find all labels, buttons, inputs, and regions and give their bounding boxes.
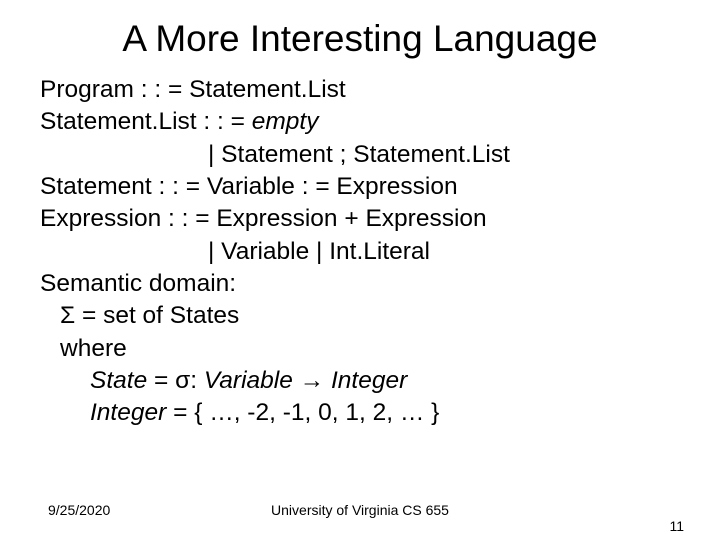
slide-title: A More Interesting Language — [40, 18, 680, 60]
text-italic: Variable — [204, 367, 293, 394]
text-italic: Integer — [90, 399, 166, 426]
semantic-line: Σ = set of States — [40, 300, 680, 332]
semantic-heading: Semantic domain: — [40, 268, 680, 300]
text: = { …, -2, -1, 0, 1, 2, … } — [166, 399, 439, 426]
grammar-line: Statement : : = Variable : = Expression — [40, 171, 680, 203]
text: → — [293, 367, 331, 394]
slide: A More Interesting Language Program : : … — [0, 0, 720, 540]
grammar-line: Expression : : = Expression + Expression — [40, 203, 680, 235]
semantic-where: where — [40, 333, 680, 365]
footer-page-number: 11 — [669, 518, 684, 534]
footer-date: 9/25/2020 — [48, 502, 110, 518]
grammar-line: Statement.List : : = empty — [40, 106, 680, 138]
grammar-line: Program : : = Statement.List — [40, 74, 680, 106]
grammar-line: | Statement ; Statement.List — [40, 139, 680, 171]
semantic-line: State = σ: Variable → Integer — [40, 365, 680, 397]
text-italic: Integer — [331, 367, 407, 394]
semantic-line: Integer = { …, -2, -1, 0, 1, 2, … } — [40, 397, 680, 429]
footer: 9/25/2020 University of Virginia CS 655 … — [0, 502, 720, 518]
text-italic: empty — [252, 108, 319, 135]
slide-body: Program : : = Statement.List Statement.L… — [40, 74, 680, 430]
text: = σ: — [147, 367, 204, 394]
text-italic: State — [90, 367, 147, 394]
grammar-line: | Variable | Int.Literal — [40, 236, 680, 268]
text: Statement.List : : = — [40, 108, 252, 135]
